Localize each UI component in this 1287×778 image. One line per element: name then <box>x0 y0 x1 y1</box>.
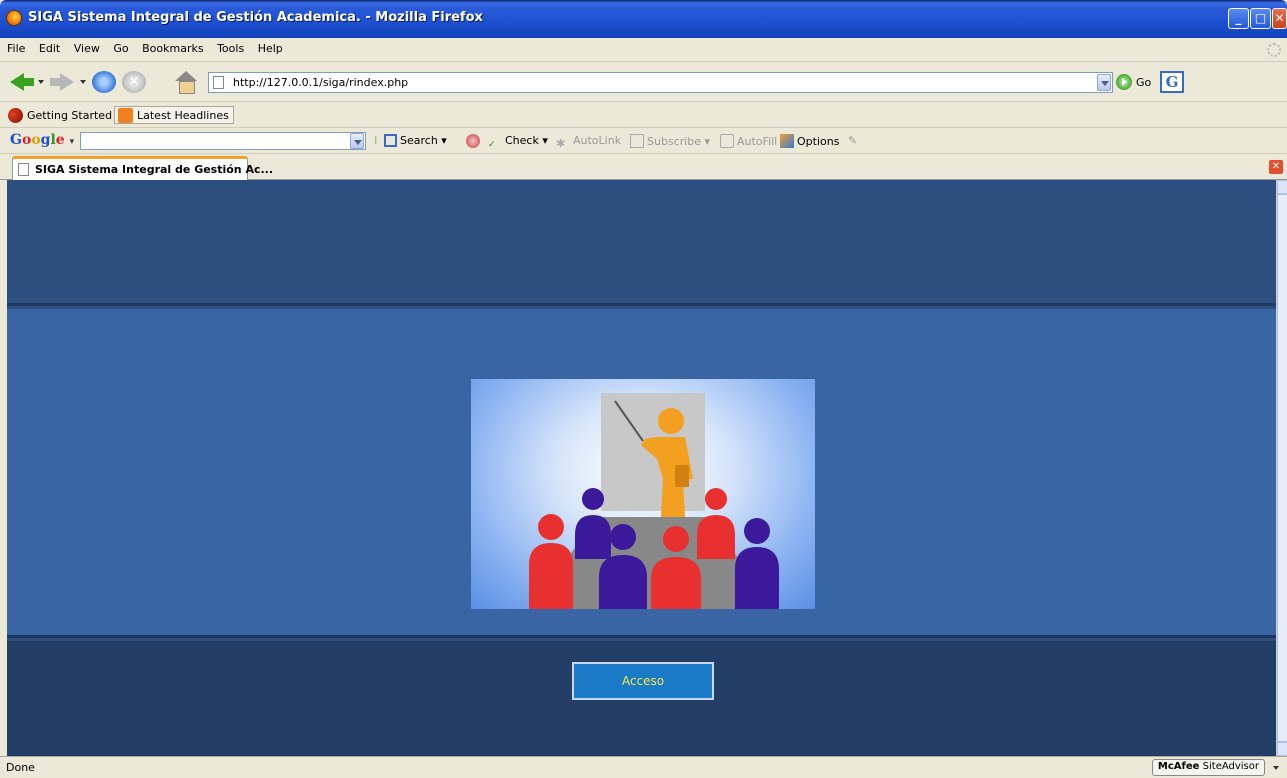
menu-go[interactable]: Go <box>108 38 133 59</box>
autofill-icon <box>720 134 734 148</box>
tab-strip: SIGA Sistema Integral de Gestión Ac... ✕ <box>0 154 1287 180</box>
classroom-illustration <box>471 379 815 609</box>
menu-help[interactable]: Help <box>253 38 288 59</box>
scroll-down-arrow-icon[interactable] <box>1277 742 1287 756</box>
bookmark-label: Latest Headlines <box>137 109 229 122</box>
autolink-button[interactable]: ✱ AutoLink <box>556 134 621 151</box>
options-button[interactable]: Options <box>780 134 839 148</box>
page-icon <box>213 76 224 89</box>
tab-siga[interactable]: SIGA Sistema Integral de Gestión Ac... <box>12 156 273 180</box>
tab-label: SIGA Sistema Integral de Gestión Ac... <box>35 163 274 176</box>
acceso-button[interactable]: Acceso <box>572 662 714 700</box>
window-title: SIGA Sistema Integral de Gestión Academi… <box>28 10 483 25</box>
scroll-up-arrow-icon[interactable] <box>1277 180 1287 194</box>
rss-feed-icon <box>118 108 133 123</box>
check-label: Check <box>505 134 539 147</box>
throbber-icon <box>1267 43 1281 57</box>
forward-arrow-icon[interactable] <box>50 71 74 93</box>
forward-history-dropdown-icon[interactable] <box>80 80 86 84</box>
mcafee-brand: McAfee <box>1157 761 1200 772</box>
mcafee-siteadvisor-button[interactable]: McAfee SiteAdvisor <box>1151 759 1265 776</box>
close-button[interactable]: ✕ <box>1272 8 1287 29</box>
page-content: Acceso <box>7 180 1276 756</box>
scroll-thumb[interactable] <box>1277 194 1287 742</box>
autolink-label: AutoLink <box>573 134 622 147</box>
options-label: Options <box>797 135 840 148</box>
menu-file[interactable]: File <box>2 38 30 59</box>
popup-blocker-icon <box>466 134 480 148</box>
pencil-icon[interactable]: ✎ <box>848 134 857 147</box>
go-label[interactable]: Go <box>1136 76 1151 89</box>
address-url[interactable]: http://127.0.0.1/siga/rindex.php <box>233 76 408 89</box>
maximize-button[interactable]: □ <box>1250 8 1271 29</box>
navigation-toolbar: × http://127.0.0.1/siga/rindex.php Go G <box>0 62 1287 102</box>
menu-view[interactable]: View <box>69 38 105 59</box>
firefox-icon <box>6 10 22 26</box>
popup-blocker-button[interactable] <box>466 134 483 148</box>
bookmarks-toolbar: Getting Started Latest Headlines <box>0 102 1287 128</box>
back-history-dropdown-icon[interactable] <box>38 80 44 84</box>
autofill-label: AutoFill <box>737 135 778 148</box>
google-search-input[interactable] <box>80 132 366 150</box>
subscribe-icon <box>630 134 644 148</box>
status-text: Done <box>6 761 35 774</box>
autolink-icon: ✱ <box>556 137 566 150</box>
minimize-button[interactable]: _ <box>1228 8 1249 29</box>
abc-check-icon: ✓ <box>488 140 496 150</box>
siteadvisor-dropdown-icon[interactable] <box>1273 766 1279 770</box>
firefox-bookmark-icon <box>8 108 23 123</box>
bookmark-latest-headlines[interactable]: Latest Headlines <box>114 106 234 124</box>
spell-check-button[interactable]: ✓ Check ▾ <box>488 134 548 154</box>
siteadvisor-label: SiteAdvisor <box>1202 761 1259 772</box>
window-titlebar: SIGA Sistema Integral de Gestión Academi… <box>0 0 1287 38</box>
search-engine-icon[interactable]: G <box>1160 71 1184 93</box>
menu-tools[interactable]: Tools <box>212 38 249 59</box>
back-arrow-icon[interactable] <box>10 71 34 93</box>
home-icon[interactable] <box>174 71 198 94</box>
go-icon[interactable] <box>1116 74 1132 90</box>
options-icon <box>780 134 794 148</box>
separator-icon: ⁞ <box>374 134 378 147</box>
bookmark-getting-started[interactable]: Getting Started <box>4 106 117 124</box>
header-banner <box>7 180 1276 306</box>
menu-edit[interactable]: Edit <box>34 38 65 59</box>
google-search-button[interactable]: Search ▾ <box>384 134 447 147</box>
close-tab-icon[interactable]: ✕ <box>1269 160 1283 174</box>
bookmark-label: Getting Started <box>27 109 113 122</box>
stop-icon[interactable]: × <box>122 71 146 93</box>
autofill-button[interactable]: AutoFill <box>720 134 777 148</box>
menu-bookmarks[interactable]: Bookmarks <box>137 38 208 59</box>
google-g-icon <box>384 134 397 147</box>
google-toolbar: Google ▾ ⁞ Search ▾ ✓ Check ▾ ✱ AutoLink S… <box>0 128 1287 154</box>
subscribe-label: Subscribe <box>647 135 702 148</box>
address-bar[interactable]: http://127.0.0.1/siga/rindex.php <box>208 72 1113 93</box>
reload-icon[interactable] <box>92 71 116 93</box>
google-search-dropdown-icon[interactable] <box>350 133 364 149</box>
subscribe-button[interactable]: Subscribe ▾ <box>630 134 710 148</box>
status-bar: Done McAfee SiteAdvisor <box>0 756 1287 778</box>
address-dropdown-icon[interactable] <box>1097 74 1111 91</box>
search-label: Search <box>400 134 438 147</box>
google-logo[interactable]: Google ▾ <box>10 132 74 148</box>
page-icon <box>18 163 29 176</box>
menu-bar: File Edit View Go Bookmarks Tools Help <box>0 38 1287 62</box>
vertical-scrollbar[interactable] <box>1276 180 1287 756</box>
teacher-students-image <box>529 393 779 609</box>
